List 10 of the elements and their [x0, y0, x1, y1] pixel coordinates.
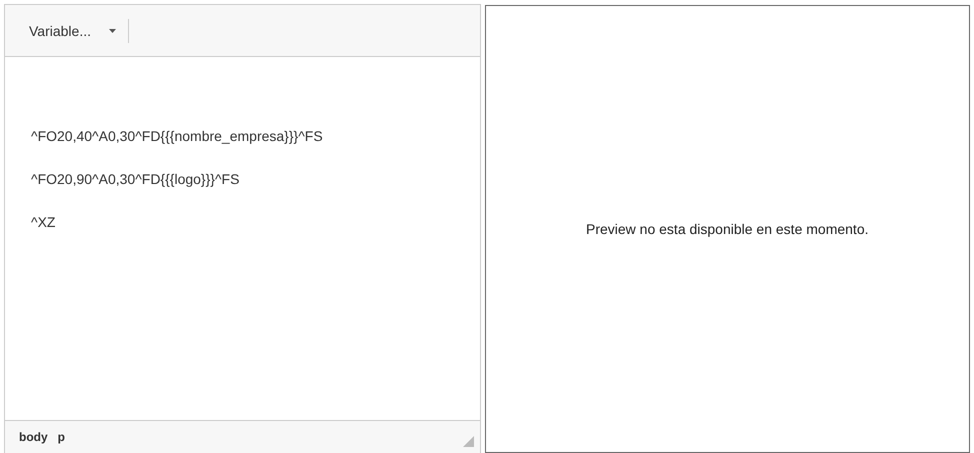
variable-dropdown[interactable]: Variable... — [19, 16, 126, 44]
element-path-item[interactable]: body — [19, 430, 48, 444]
editor-content[interactable]: ^FO20,40^A0,30^FD{{{nombre_empresa}}}^FS ^FO20,90^A0,30^FD{{{logo}}}^FS ^XZ — [5, 57, 480, 420]
resize-handle-icon[interactable] — [462, 436, 474, 447]
code-line: ^XZ — [31, 213, 56, 232]
preview-message: Preview no esta disponible en este momento. — [586, 221, 868, 237]
code-line: ^FO20,40^A0,30^FD{{{nombre_empresa}}}^FS — [31, 127, 324, 146]
caret-icon — [109, 28, 116, 32]
element-path-item[interactable]: p — [58, 430, 66, 444]
code-line: ^FO20,90^A0,30^FD{{{logo}}}^FS — [31, 170, 240, 189]
